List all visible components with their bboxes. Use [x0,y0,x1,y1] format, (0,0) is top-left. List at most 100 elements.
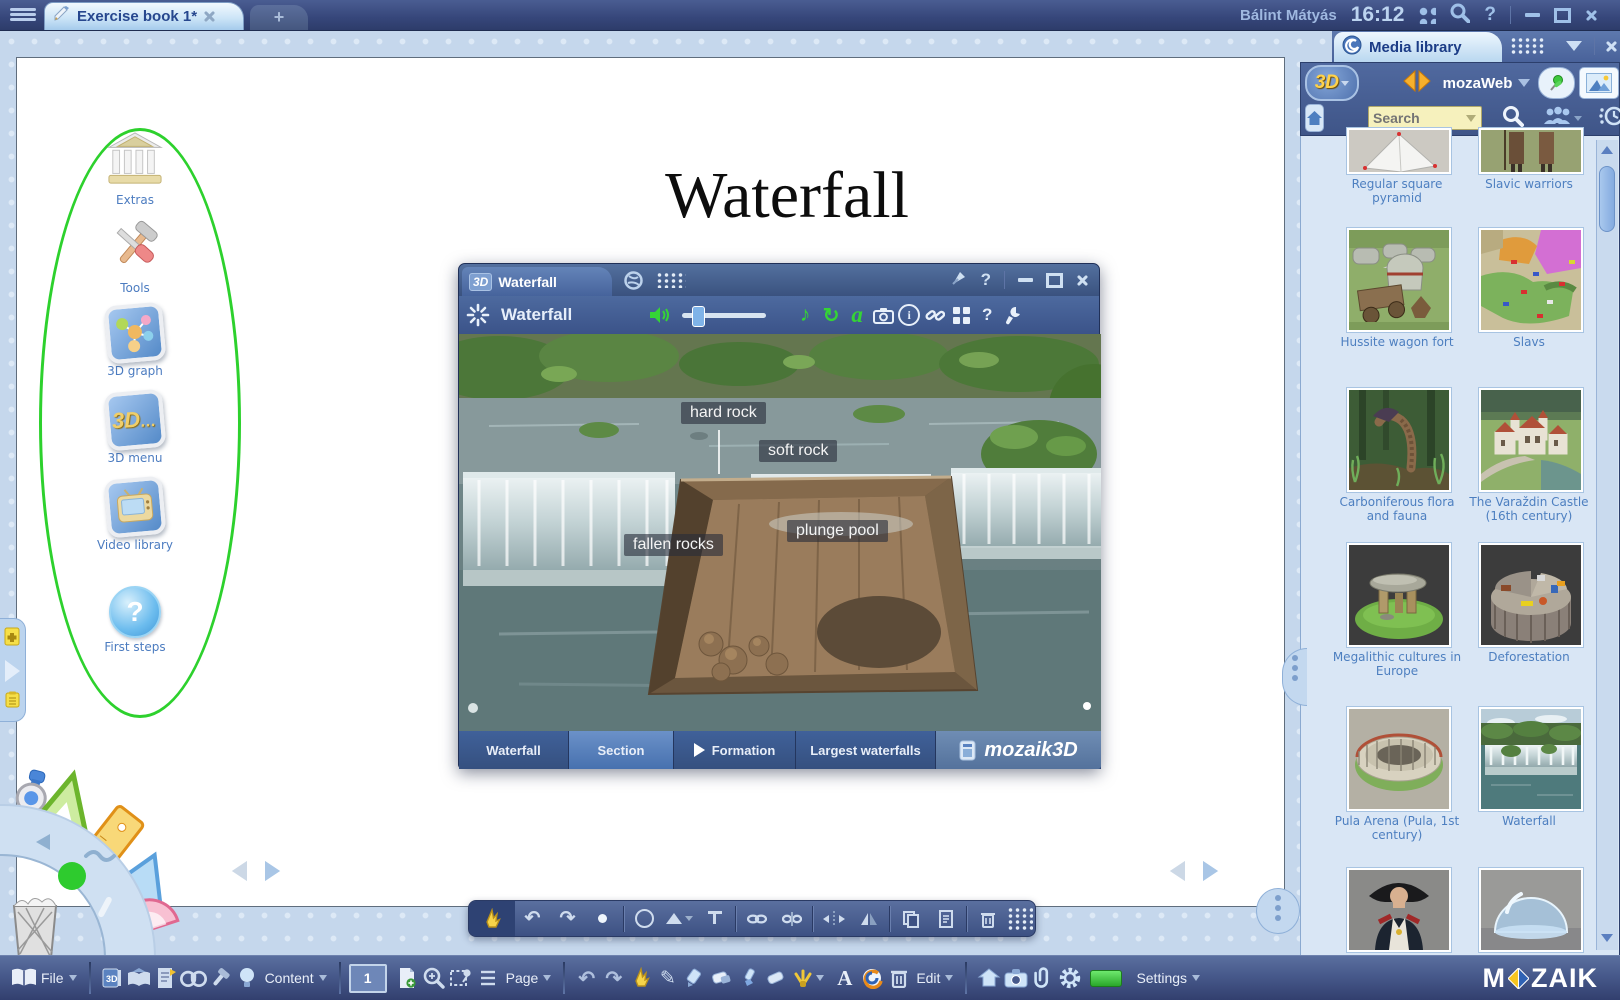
shortcut-tools[interactable]: Tools [70,216,200,295]
library-item[interactable]: Waterfall [1479,707,1583,811]
drag-handle-dots[interactable] [656,272,686,288]
close-icon[interactable] [1076,274,1089,287]
shortcut-first-steps[interactable]: ? First steps [70,586,200,654]
point-tool-icon[interactable] [585,901,620,936]
eraser2-icon[interactable] [762,963,789,993]
ideas-lightbulb-icon[interactable] [234,963,261,993]
hand-tool-button[interactable] [469,901,515,936]
page-menu[interactable]: Page [506,970,552,986]
flip-tool-icon[interactable] [851,901,886,936]
attachment-icon[interactable] [1029,963,1056,993]
paste-icon[interactable] [928,901,963,936]
3d-book-icon[interactable]: 3D [99,963,126,993]
shortcut-3d-graph[interactable]: 3D graph [70,304,200,378]
thumbnail-glass-dome[interactable] [1479,868,1583,952]
lessons-icon[interactable] [126,963,153,993]
file-menu[interactable]: File [41,970,77,986]
viewer3d-tab[interactable]: 3D Waterfall [462,267,612,296]
library-item[interactable]: Regular square pyramid [1347,128,1451,174]
dropdown-arrow-icon[interactable] [1518,79,1530,87]
page-next-arrow[interactable] [256,856,290,886]
thumbnail-pula-arena[interactable] [1347,707,1451,811]
library-item[interactable]: Deforestation [1479,543,1583,647]
toolbar-drag-handle[interactable] [1007,907,1033,931]
redo-icon[interactable]: ↷ [600,963,627,993]
shortcut-video-library[interactable]: Video library [70,478,200,552]
thumbnail-waterfall[interactable] [1479,707,1583,811]
thumbnail-regular-square-pyramid[interactable] [1347,128,1451,174]
mozaik3d-brand[interactable]: mozaik3D [936,731,1101,769]
mozaik-swirl-icon[interactable] [858,963,885,993]
brush-icon[interactable] [789,963,816,993]
thumbnail-megalithic[interactable] [1347,543,1451,647]
search-icon[interactable] [1450,3,1470,28]
geometry-tools-wheel[interactable] [0,748,185,960]
open-book-icon[interactable] [10,963,37,993]
help-icon[interactable]: ? [981,270,991,290]
page-prev-arrow[interactable] [1160,856,1194,886]
community-icon[interactable] [1542,106,1572,131]
page-prev-arrow[interactable] [222,856,256,886]
scene-label-soft-rock[interactable]: soft rock [759,440,837,462]
minimize-icon[interactable] [1018,278,1033,282]
help-icon[interactable]: ? [1484,4,1496,26]
edit-menu[interactable]: Edit [916,970,953,986]
ellipse-tool-icon[interactable] [627,901,662,936]
link-tool-icon[interactable] [739,901,774,936]
highlighter-icon[interactable] [681,963,708,993]
source-switch-arrows-icon[interactable] [1403,70,1431,97]
layout-grid-icon[interactable] [948,302,974,328]
apps-grid-icon[interactable] [1418,6,1436,24]
close-icon[interactable] [1585,9,1598,22]
unlink-tool-icon[interactable] [774,901,809,936]
info-icon[interactable]: i [896,302,922,328]
trash-icon[interactable] [885,963,912,993]
annotation-icon[interactable]: a [844,302,870,328]
camera-icon[interactable] [1002,963,1029,993]
library-scrollbar[interactable] [1596,140,1618,950]
dropdown-arrow-icon[interactable] [816,975,824,981]
home-button[interactable] [1305,104,1324,132]
volume-icon[interactable] [646,302,672,328]
search-dropdown-arrow-icon[interactable] [1466,115,1476,122]
tab-waterfall[interactable]: Waterfall [459,731,569,769]
library-item[interactable]: Slavs [1479,228,1583,332]
snapshot-select-icon[interactable] [448,963,475,993]
viewer3d-toolbar[interactable]: Waterfall ♪ ↻ a i ? [459,296,1099,335]
copy-icon[interactable] [893,901,928,936]
3d-source-logo[interactable]: 3D [1305,65,1359,101]
link-icon[interactable] [922,302,948,328]
restore-icon[interactable] [1554,8,1571,23]
library-item[interactable] [1347,868,1451,952]
library-item[interactable]: Slavic warriors [1479,128,1583,174]
drag-handle-dots[interactable] [1510,37,1544,55]
library-item[interactable]: Hussite wagon fort [1347,228,1451,332]
hand-tool-icon[interactable] [627,963,654,993]
scrollbar-thumb[interactable] [1599,166,1615,232]
globe-icon[interactable] [620,267,646,293]
viewer3d-titlebar[interactable]: 3D Waterfall ? [459,264,1099,296]
export-icon[interactable] [975,963,1002,993]
volume-slider[interactable] [682,313,766,318]
maximize-icon[interactable] [1046,273,1063,288]
page-number-box[interactable]: 1 [349,964,387,993]
tab-section[interactable]: Section [569,731,674,769]
undo-icon[interactable]: ↶ [573,963,600,993]
pin-pen-icon[interactable] [950,269,968,292]
panel-menu-arrow-icon[interactable] [1566,41,1582,51]
pin-tool-icon[interactable] [697,901,732,936]
volume-slider-handle[interactable] [692,306,705,327]
page-sorter-icon[interactable] [475,963,502,993]
thumbnail-carboniferous[interactable] [1347,388,1451,492]
thumbnail-deforestation[interactable] [1479,543,1583,647]
scroll-down-icon[interactable] [1599,930,1615,946]
thumbnail-napoleon[interactable] [1347,868,1451,952]
tab-formation[interactable]: Formation [674,731,796,769]
marker-icon[interactable] [735,963,762,993]
shortcut-3d-menu[interactable]: 3D… 3D menu [70,391,200,465]
media-library-tab[interactable]: Media library [1334,32,1502,62]
clipboard-icon[interactable] [5,691,20,713]
panel-close-icon[interactable] [1605,40,1618,53]
new-tab-button[interactable]: + [250,5,308,30]
tab-close-icon[interactable] [203,10,216,23]
